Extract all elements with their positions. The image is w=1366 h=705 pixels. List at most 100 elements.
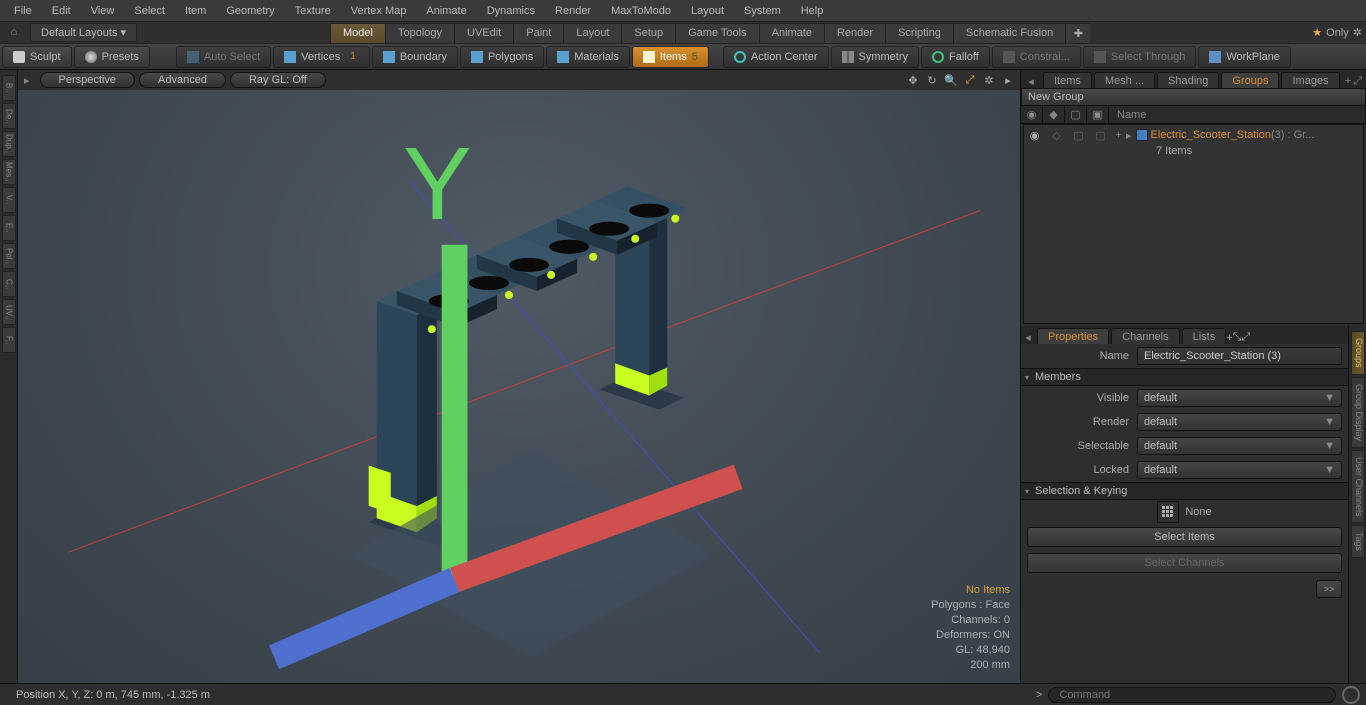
col-render-icon[interactable]: ◆ <box>1043 106 1065 123</box>
rotate-icon[interactable]: ↻ <box>924 72 940 88</box>
visible-select[interactable]: default▼ <box>1137 389 1342 407</box>
maximize-icon[interactable]: ⤢ <box>962 72 978 88</box>
default-layouts-dropdown[interactable]: Default Layouts ▾ <box>30 23 137 42</box>
tab-model[interactable]: Model <box>330 23 385 43</box>
left-strip-v[interactable]: V.. <box>2 187 16 213</box>
select-channels-button[interactable]: Select Channels <box>1027 553 1342 573</box>
tab-layout[interactable]: Layout <box>563 23 621 43</box>
only-label[interactable]: Only <box>1326 27 1349 39</box>
sculpt-button[interactable]: Sculpt <box>2 46 72 68</box>
render-select[interactable]: default▼ <box>1137 413 1342 431</box>
constraints-button[interactable]: Constrai... <box>992 46 1081 68</box>
menu-dynamics[interactable]: Dynamics <box>477 2 545 20</box>
pan-icon[interactable]: ✥ <box>905 72 921 88</box>
menu-texture[interactable]: Texture <box>285 2 341 20</box>
pattern-none-button[interactable] <box>1157 501 1179 523</box>
new-group-button[interactable]: New Group <box>1021 88 1366 106</box>
menu-file[interactable]: File <box>4 2 42 20</box>
menu-system[interactable]: System <box>734 2 791 20</box>
props-expand-icon[interactable]: ◂ <box>1021 331 1035 344</box>
autoselect-button[interactable]: Auto Select <box>176 46 271 68</box>
items-button[interactable]: Items5 <box>632 46 709 68</box>
menu-layout[interactable]: Layout <box>681 2 734 20</box>
menu-render[interactable]: Render <box>545 2 601 20</box>
menu-animate[interactable]: Animate <box>416 2 476 20</box>
left-strip-b[interactable]: B.. <box>2 75 16 101</box>
outliner-list[interactable]: ◉ ◇ ▢ ▢ + ▸ Electric_Scooter_Station (3)… <box>1023 124 1364 324</box>
workplane-button[interactable]: WorkPlane <box>1198 46 1291 68</box>
col-name[interactable]: Name <box>1109 106 1366 123</box>
left-strip-dup[interactable]: Dup.. <box>2 131 16 157</box>
tab-uvedit[interactable]: UVEdit <box>454 23 513 43</box>
viewport-advanced[interactable]: Advanced <box>139 72 226 88</box>
polygons-button[interactable]: Polygons <box>460 46 544 68</box>
col-select-icon[interactable]: ▢ <box>1065 106 1087 123</box>
3d-viewport[interactable]: Y No Items Polygons : Face Channels: 0 D… <box>18 90 1020 683</box>
outliner-item-name[interactable]: Electric_Scooter_Station <box>1151 129 1271 141</box>
panel-plus-icon[interactable]: + <box>1345 75 1351 88</box>
viewport-next-icon[interactable]: ▸ <box>1000 72 1016 88</box>
zoom-icon[interactable]: 🔍 <box>943 72 959 88</box>
command-input[interactable]: Command <box>1048 687 1336 703</box>
tab-topology[interactable]: Topology <box>385 23 454 43</box>
viewport-perspective[interactable]: Perspective <box>40 72 135 88</box>
tab-properties[interactable]: Properties <box>1037 328 1109 344</box>
outliner-row[interactable]: ◉ ◇ ▢ ▢ + ▸ Electric_Scooter_Station (3)… <box>1024 125 1363 145</box>
menu-view[interactable]: View <box>81 2 125 20</box>
tab-shading[interactable]: Shading <box>1157 72 1219 88</box>
tab-channels[interactable]: Channels <box>1111 328 1179 344</box>
rstrip-groups[interactable]: Groups <box>1351 331 1365 375</box>
symmetry-button[interactable]: Symmetry <box>831 46 920 68</box>
home-icon[interactable]: ⌂ <box>4 26 24 40</box>
locked-select[interactable]: default▼ <box>1137 461 1342 479</box>
tab-lists[interactable]: Lists <box>1182 328 1227 344</box>
tab-images[interactable]: Images <box>1281 72 1339 88</box>
section-members[interactable]: Members <box>1021 368 1348 386</box>
viewport-raygl[interactable]: Ray GL: Off <box>230 72 326 88</box>
props-max-icon[interactable]: ⤢ <box>1242 331 1251 343</box>
select-items-button[interactable]: Select Items <box>1027 527 1342 547</box>
left-strip-c[interactable]: C.. <box>2 271 16 297</box>
outliner-expand-icon[interactable]: ◂ <box>1021 75 1041 88</box>
left-strip-de[interactable]: De.. <box>2 103 16 129</box>
tab-paint[interactable]: Paint <box>513 23 563 43</box>
selectable-select[interactable]: default▼ <box>1137 437 1342 455</box>
section-selection-keying[interactable]: Selection & Keying <box>1021 482 1348 500</box>
menu-help[interactable]: Help <box>791 2 834 20</box>
menu-geometry[interactable]: Geometry <box>216 2 284 20</box>
select-through-button[interactable]: Select Through <box>1083 46 1196 68</box>
tab-animate[interactable]: Animate <box>759 23 824 43</box>
col-eye-icon[interactable]: ◉ <box>1021 106 1043 123</box>
menu-item[interactable]: Item <box>175 2 216 20</box>
tab-add[interactable]: ✚ <box>1065 23 1090 43</box>
record-button[interactable] <box>1342 686 1360 704</box>
tab-setup[interactable]: Setup <box>621 23 675 43</box>
left-strip-uv[interactable]: UV.. <box>2 299 16 325</box>
menu-vertexmap[interactable]: Vertex Map <box>341 2 417 20</box>
menu-select[interactable]: Select <box>124 2 175 20</box>
rstrip-group-display[interactable]: Group Display <box>1351 377 1365 448</box>
col-lock-icon[interactable]: ▣ <box>1087 106 1109 123</box>
tab-schematicfusion[interactable]: Schematic Fusion <box>953 23 1065 43</box>
name-input[interactable]: Electric_Scooter_Station (3) <box>1137 347 1342 365</box>
falloff-button[interactable]: Falloff <box>921 46 990 68</box>
tab-render[interactable]: Render <box>824 23 885 43</box>
left-strip-f[interactable]: F.. <box>2 327 16 353</box>
boundary-button[interactable]: Boundary <box>372 46 458 68</box>
tab-groups[interactable]: Groups <box>1221 72 1279 88</box>
tab-items-panel[interactable]: Items <box>1043 72 1092 88</box>
left-strip-mes[interactable]: Mes.. <box>2 159 16 185</box>
presets-button[interactable]: Presets <box>74 46 150 68</box>
props-min-icon[interactable]: ⤡ <box>1233 331 1242 343</box>
vertices-button[interactable]: Vertices1 <box>273 46 370 68</box>
star-icon[interactable]: ★ <box>1312 26 1322 39</box>
materials-button[interactable]: Materials <box>546 46 630 68</box>
rstrip-user-channels[interactable]: User Channels <box>1351 450 1365 524</box>
viewport-dropdown-icon[interactable]: ▸ <box>18 74 36 87</box>
gear-icon[interactable]: ✲ <box>1353 26 1362 39</box>
rstrip-tags[interactable]: Tags <box>1351 525 1365 558</box>
menu-maxtomodo[interactable]: MaxToModo <box>601 2 681 20</box>
tab-gametools[interactable]: Game Tools <box>675 23 759 43</box>
tab-scripting[interactable]: Scripting <box>885 23 953 43</box>
tab-meshops[interactable]: Mesh ... <box>1094 72 1155 88</box>
